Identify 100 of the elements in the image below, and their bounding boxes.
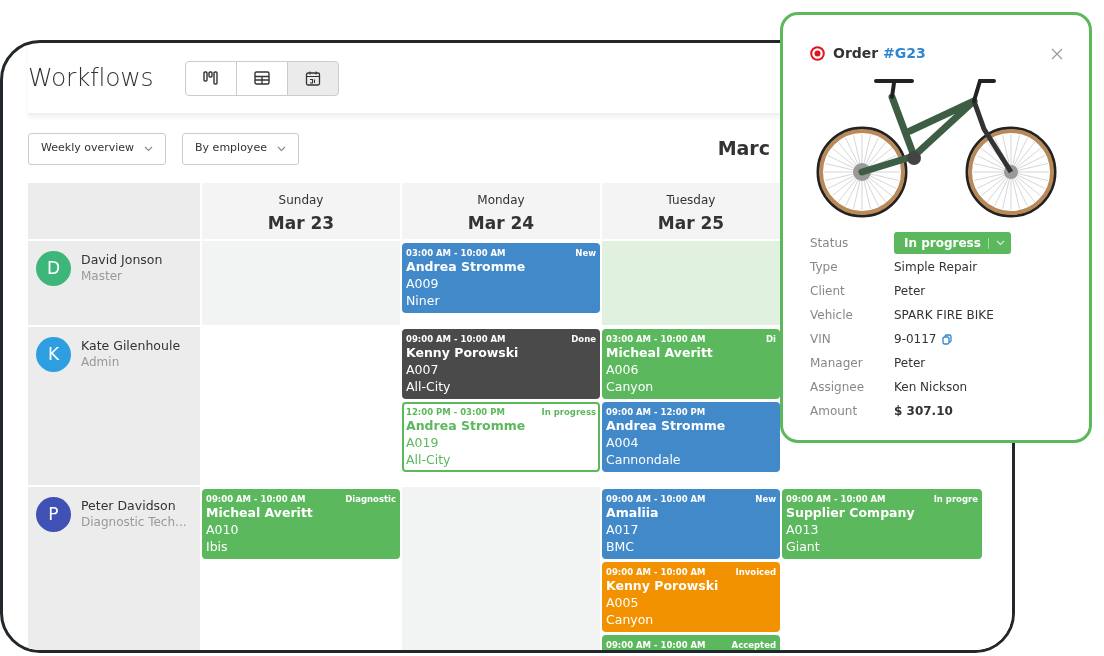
status-label: Invoiced bbox=[735, 566, 776, 578]
employee-name: Peter Davidson bbox=[81, 497, 177, 514]
appointment-card[interactable]: 09:00 AM - 10:00 AM Accepted bbox=[602, 635, 780, 650]
field-value: Ken Nickson bbox=[894, 379, 968, 396]
customer-name: Andrea Stromme bbox=[406, 418, 527, 434]
appointment-card[interactable]: 09:00 AM - 12:00 PM Andrea Stromme A004 Cannondale bbox=[602, 402, 780, 472]
order-code: A013 bbox=[786, 521, 820, 538]
bike-brand: All-City bbox=[406, 451, 452, 468]
field-value: SPARK FIRE BIKE bbox=[894, 307, 994, 324]
bike-brand: Ibis bbox=[206, 538, 229, 555]
popup-title: Order #G23 bbox=[833, 43, 926, 63]
customer-name: Amaliia bbox=[606, 505, 660, 521]
chevron-down-icon bbox=[144, 145, 154, 152]
copy-icon[interactable] bbox=[941, 333, 952, 345]
view-toggle[interactable] bbox=[236, 60, 289, 96]
field-label: Type bbox=[810, 259, 839, 276]
filter-dropdown[interactable]: By employee bbox=[182, 132, 299, 165]
field-label: Vehicle bbox=[810, 307, 854, 324]
bike-brand: BMC bbox=[606, 538, 636, 555]
employee-name: Kate Gilenhoule bbox=[81, 337, 181, 354]
status-label: Di bbox=[766, 333, 776, 345]
order-code: A017 bbox=[606, 521, 640, 538]
status-label: Diagnostic bbox=[345, 493, 396, 505]
avatar-circle: P bbox=[36, 497, 71, 532]
avatar-circle: K bbox=[36, 337, 71, 372]
field-value: Peter bbox=[894, 283, 926, 300]
view-toggle[interactable] bbox=[287, 60, 340, 96]
table-icon bbox=[254, 70, 271, 86]
bike-brand: All-City bbox=[406, 378, 452, 395]
field-label: Manager bbox=[810, 355, 864, 372]
employee-name: David Jonson bbox=[81, 251, 163, 268]
appointment-card[interactable]: 09:00 AM - 10:00 AM In progre Supplier Company A013 Giant bbox=[782, 489, 982, 559]
time-label: 12:00 PM - 03:00 PM bbox=[406, 406, 505, 418]
status-label: Done bbox=[571, 333, 596, 345]
field-label: VIN bbox=[810, 331, 832, 348]
target-icon bbox=[810, 45, 825, 61]
period-title: Marc bbox=[717, 136, 770, 162]
appointment-card[interactable]: 03:00 AM - 10:00 AM Di Micheal Averitt A006 Canyon bbox=[602, 329, 780, 399]
status-label: New bbox=[575, 247, 596, 259]
date-label: Mar 25 bbox=[656, 212, 726, 235]
view-toggle[interactable] bbox=[185, 60, 238, 96]
time-label: 03:00 AM - 10:00 AM bbox=[406, 247, 506, 259]
field-value: 9-0117 bbox=[894, 331, 937, 348]
time-label: 09:00 AM - 12:00 PM bbox=[606, 406, 706, 418]
status-label: In progre bbox=[933, 493, 978, 505]
order-code: A010 bbox=[206, 521, 240, 538]
appointment-card[interactable]: 12:00 PM - 03:00 PM In progress Andrea Stromme A019 All-City bbox=[402, 402, 600, 472]
order-code: A004 bbox=[606, 434, 640, 451]
field-label: Assignee bbox=[810, 379, 866, 396]
status-dropdown[interactable]: In progress bbox=[894, 232, 1011, 254]
weekday-label: Monday bbox=[476, 192, 526, 209]
bike-brand: Canyon bbox=[606, 611, 655, 628]
close-icon bbox=[1051, 47, 1063, 60]
customer-name: Andrea Stromme bbox=[606, 418, 727, 434]
field-value: $ 307.10 bbox=[894, 403, 953, 420]
customer-name: Andrea Stromme bbox=[406, 259, 527, 275]
avatar-circle: D bbox=[36, 251, 71, 286]
time-label: 09:00 AM - 10:00 AM bbox=[606, 493, 706, 505]
customer-name: Micheal Averitt bbox=[606, 345, 714, 361]
time-label: 09:00 AM - 10:00 AM bbox=[786, 493, 886, 505]
weekday-label: Tuesday bbox=[665, 192, 717, 209]
date-label: Mar 24 bbox=[466, 212, 536, 235]
order-code: A007 bbox=[406, 361, 440, 378]
field-label: Client bbox=[810, 283, 846, 300]
appointment-card[interactable]: 09:00 AM - 10:00 AM New Amaliia A017 BMC bbox=[602, 489, 780, 559]
time-label: 09:00 AM - 10:00 AM bbox=[606, 639, 706, 650]
appointment-card[interactable]: 09:00 AM - 10:00 AM Diagnostic Micheal Averitt A010 Ibis bbox=[202, 489, 400, 559]
field-value: Simple Repair bbox=[894, 259, 978, 276]
order-code: A009 bbox=[406, 275, 440, 292]
board-icon bbox=[203, 70, 220, 86]
bike-brand: Canyon bbox=[606, 378, 655, 395]
customer-name: Kenny Porowski bbox=[606, 578, 720, 594]
status-label: Accepted bbox=[731, 639, 776, 650]
time-label: 09:00 AM - 10:00 AM bbox=[606, 566, 706, 578]
status-label: In progress bbox=[541, 406, 596, 418]
customer-name: Kenny Porowski bbox=[406, 345, 520, 361]
appointment-card[interactable]: 09:00 AM - 10:00 AM Invoiced Kenny Porowski A005 Canyon bbox=[602, 562, 780, 632]
employee-role: Diagnostic Tech... bbox=[81, 514, 187, 531]
chevron-down-icon bbox=[276, 145, 286, 152]
field-label: Status bbox=[810, 235, 850, 252]
date-label: Mar 23 bbox=[266, 212, 336, 235]
order-code: A006 bbox=[606, 361, 640, 378]
chevron-down-icon bbox=[995, 240, 1005, 246]
bike-brand: Cannondale bbox=[606, 451, 682, 468]
field-value: Peter bbox=[894, 355, 926, 372]
customer-name: Micheal Averitt bbox=[206, 505, 314, 521]
calendar-icon bbox=[305, 70, 322, 86]
employee-role: Master bbox=[81, 268, 123, 285]
weekday-label: Sunday bbox=[277, 192, 325, 209]
filter-dropdown[interactable]: Weekly overview bbox=[28, 132, 167, 165]
bike-brand: Niner bbox=[406, 292, 441, 309]
order-code: A005 bbox=[606, 594, 640, 611]
time-label: 09:00 AM - 10:00 AM bbox=[206, 493, 306, 505]
time-label: 09:00 AM - 10:00 AM bbox=[406, 333, 506, 345]
appointment-card[interactable]: 09:00 AM - 10:00 AM Done Kenny Porowski A007 All-City bbox=[402, 329, 600, 399]
order-code: A019 bbox=[406, 434, 440, 451]
status-label: New bbox=[755, 493, 776, 505]
field-label: Amount bbox=[810, 403, 859, 420]
customer-name: Supplier Company bbox=[786, 505, 916, 521]
appointment-card[interactable]: 03:00 AM - 10:00 AM New Andrea Stromme A009 Niner bbox=[402, 243, 600, 313]
